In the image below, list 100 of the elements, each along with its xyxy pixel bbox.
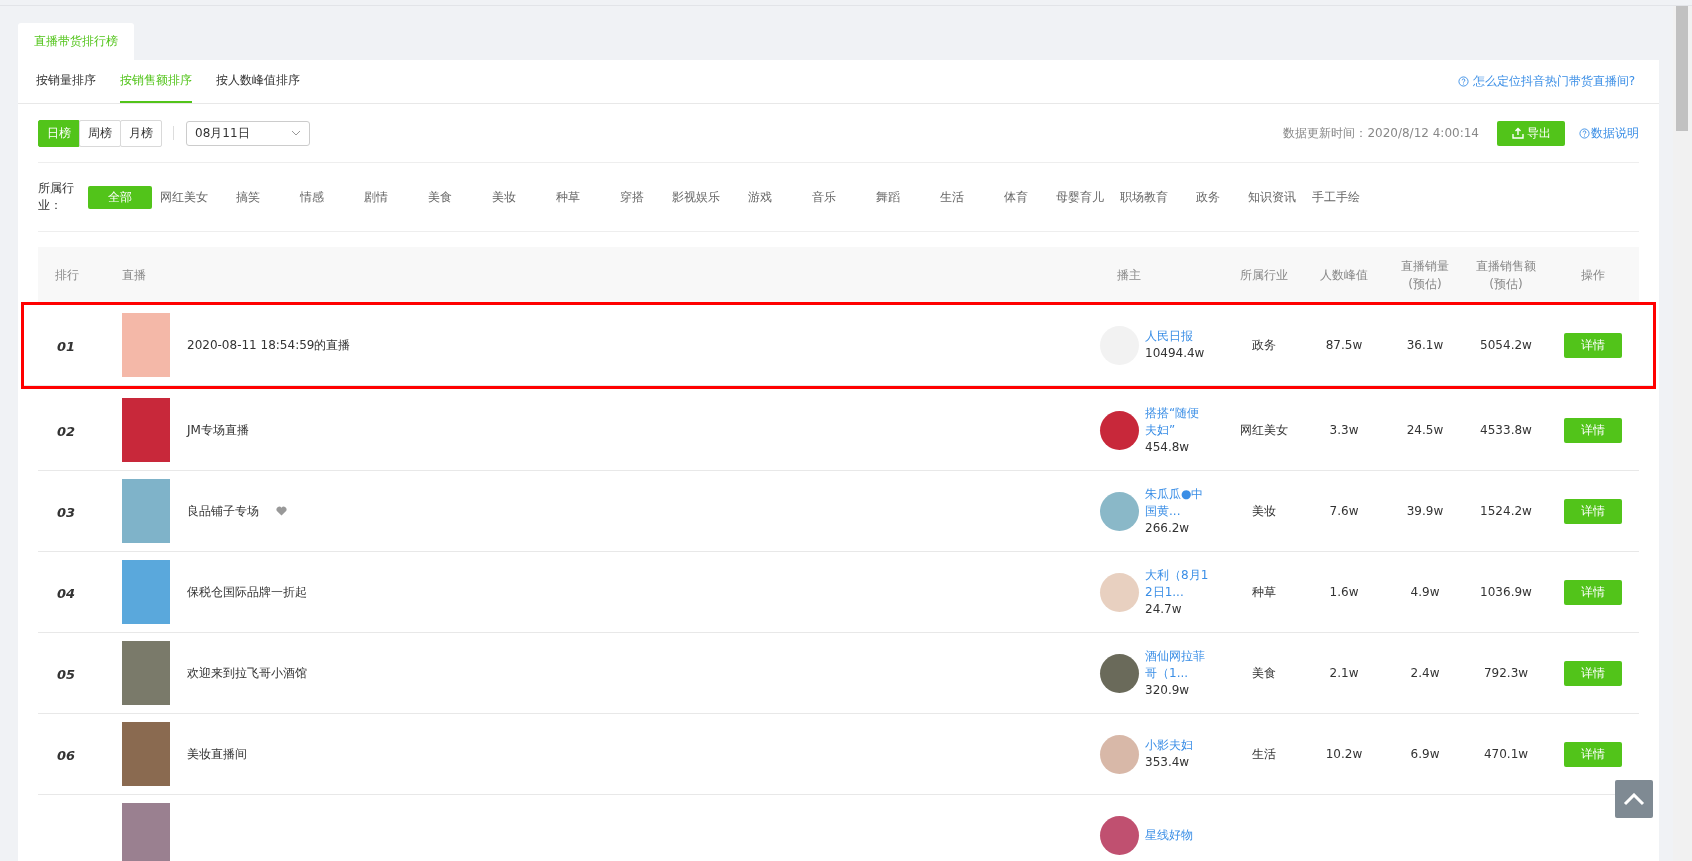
update-time: 数据更新时间：2020/8/12 4:00:14 — [1283, 124, 1479, 142]
chevron-down-icon — [291, 130, 301, 136]
live-title[interactable]: 美妆直播间 — [187, 745, 247, 763]
industry-filter[interactable]: 美食 — [408, 185, 472, 209]
help-link[interactable]: 怎么定位抖音热门带货直播间? — [1457, 73, 1635, 90]
sales-amount: 1524.2w — [1479, 504, 1533, 518]
fans-count: 10494.4w — [1145, 345, 1206, 362]
data-note-link[interactable]: 数据说明 — [1579, 124, 1639, 142]
industry-filter[interactable]: 体育 — [984, 185, 1048, 209]
peak-viewers: 10.2w — [1324, 747, 1364, 761]
column-header: 直播 — [121, 266, 147, 284]
column-header: 排行 — [54, 266, 80, 284]
avatar — [1100, 491, 1139, 531]
industry-filter[interactable]: 舞蹈 — [856, 185, 920, 209]
avatar — [1100, 815, 1139, 855]
industry-text: 网红美女 — [1239, 421, 1289, 439]
streamer-link[interactable]: 星线好物 — [1145, 826, 1209, 844]
sales-amount: 470.1w — [1482, 747, 1530, 761]
avatar — [1100, 410, 1139, 450]
industry-filter[interactable]: 手工手绘 — [1304, 185, 1368, 209]
industry-text: 美妆 — [1251, 502, 1277, 520]
sales-amount: 792.3w — [1482, 666, 1530, 680]
industry-filter[interactable]: 剧情 — [344, 185, 408, 209]
industry-filter[interactable]: 政务 — [1176, 185, 1240, 209]
peak-viewers: 2.1w — [1328, 666, 1360, 680]
rank-number: 02 — [56, 423, 76, 439]
column-header: 直播销量(预估) — [1400, 257, 1450, 293]
photo-placeholder — [122, 398, 170, 462]
industry-label: 所属行业： — [38, 180, 75, 214]
industry-filter[interactable]: 母婴育儿 — [1048, 185, 1112, 209]
industry-text: 美食 — [1251, 664, 1277, 682]
streamer-link[interactable]: 小影夫妇 — [1145, 737, 1209, 754]
peak-viewers: 87.5w — [1324, 338, 1364, 352]
live-title[interactable]: 保税仓国际品牌一折起 — [187, 583, 307, 601]
industry-filter[interactable]: 美妆 — [472, 185, 536, 209]
streamer-link[interactable]: 人民日报 — [1145, 328, 1209, 345]
sales-volume: 24.5w — [1405, 423, 1445, 437]
fans-count: 24.7w — [1145, 600, 1183, 618]
avatar — [1100, 572, 1139, 612]
photo-placeholder — [122, 313, 170, 377]
period-button[interactable]: 月榜 — [120, 119, 162, 147]
streamer-link[interactable]: 酒仙网拉菲哥（1... — [1145, 647, 1209, 682]
industry-text: 生活 — [1251, 745, 1277, 763]
photo-placeholder — [122, 560, 170, 624]
live-title[interactable]: 良品铺子专场 — [187, 502, 259, 520]
back-to-top-button[interactable] — [1615, 780, 1653, 818]
sort-tab[interactable]: 按销量排序 — [36, 60, 96, 103]
column-header: 操作 — [1580, 266, 1606, 284]
column-header: 直播销售额(预估) — [1475, 257, 1537, 293]
fans-count: 320.9w — [1145, 681, 1191, 699]
peak-viewers: 1.6w — [1328, 585, 1360, 599]
industry-filter[interactable]: 知识资讯 — [1240, 185, 1304, 209]
sales-volume: 36.1w — [1405, 338, 1445, 352]
photo-placeholder — [122, 479, 170, 543]
streamer-link[interactable]: 大利（8月12日1... — [1145, 566, 1209, 601]
photo-placeholder — [122, 722, 170, 786]
fans-count: 353.4w — [1145, 754, 1191, 771]
peak-viewers: 3.3w — [1328, 423, 1360, 437]
photo-placeholder — [122, 803, 170, 861]
industry-filter[interactable]: 搞笑 — [216, 185, 280, 209]
streamer-link[interactable]: 朱瓜瓜●中国黄... — [1145, 485, 1209, 520]
period-button[interactable]: 周榜 — [79, 119, 121, 147]
photo-placeholder — [122, 641, 170, 705]
rank-number: 04 — [56, 585, 76, 601]
column-header: 所属行业 — [1239, 266, 1289, 284]
industry-filter[interactable]: 职场教育 — [1112, 185, 1176, 209]
chevron-up-icon — [1623, 792, 1645, 806]
industry-filter[interactable]: 情感 — [280, 185, 344, 209]
sort-tab[interactable]: 按人数峰值排序 — [216, 60, 300, 103]
avatar — [1100, 653, 1139, 693]
sales-volume: 2.4w — [1409, 666, 1441, 680]
industry-filter[interactable]: 生活 — [920, 185, 984, 209]
date-select[interactable]: 08月11日 — [186, 120, 310, 146]
streamer-link[interactable]: 搭搭“随便夫妇” — [1145, 404, 1209, 439]
scrollbar-thumb[interactable] — [1676, 6, 1688, 131]
column-header: 播主 — [1116, 266, 1142, 284]
fans-count: 454.8w — [1145, 438, 1191, 456]
sales-amount: 4533.8w — [1479, 423, 1533, 437]
sales-volume: 39.9w — [1405, 504, 1445, 518]
industry-filter[interactable]: 种草 — [536, 185, 600, 209]
help-icon — [1579, 127, 1590, 139]
industry-filter[interactable]: 音乐 — [792, 185, 856, 209]
rank-number: 03 — [56, 504, 76, 520]
industry-filter[interactable]: 穿搭 — [600, 185, 664, 209]
upload-icon — [1511, 127, 1524, 139]
sales-amount: 1036.9w — [1479, 585, 1533, 599]
scrollbar[interactable] — [1673, 6, 1692, 861]
industry-text: 政务 — [1251, 336, 1277, 354]
column-header: 人数峰值 — [1319, 266, 1369, 284]
live-title[interactable]: JM专场直播 — [187, 421, 249, 439]
sales-volume: 6.9w — [1409, 747, 1441, 761]
rank-number: 05 — [56, 666, 76, 682]
live-title[interactable]: 2020-08-11 18:54:59的直播 — [187, 336, 351, 354]
live-title[interactable]: 欢迎来到拉飞哥小酒馆 — [187, 664, 307, 682]
help-icon — [1457, 76, 1469, 87]
industry-filter[interactable]: 游戏 — [728, 185, 792, 209]
sales-amount: 5054.2w — [1479, 338, 1533, 352]
avatar — [1100, 734, 1139, 774]
industry-filter[interactable]: 影视娱乐 — [664, 185, 728, 209]
industry-filter[interactable]: 网红美女 — [152, 185, 216, 209]
